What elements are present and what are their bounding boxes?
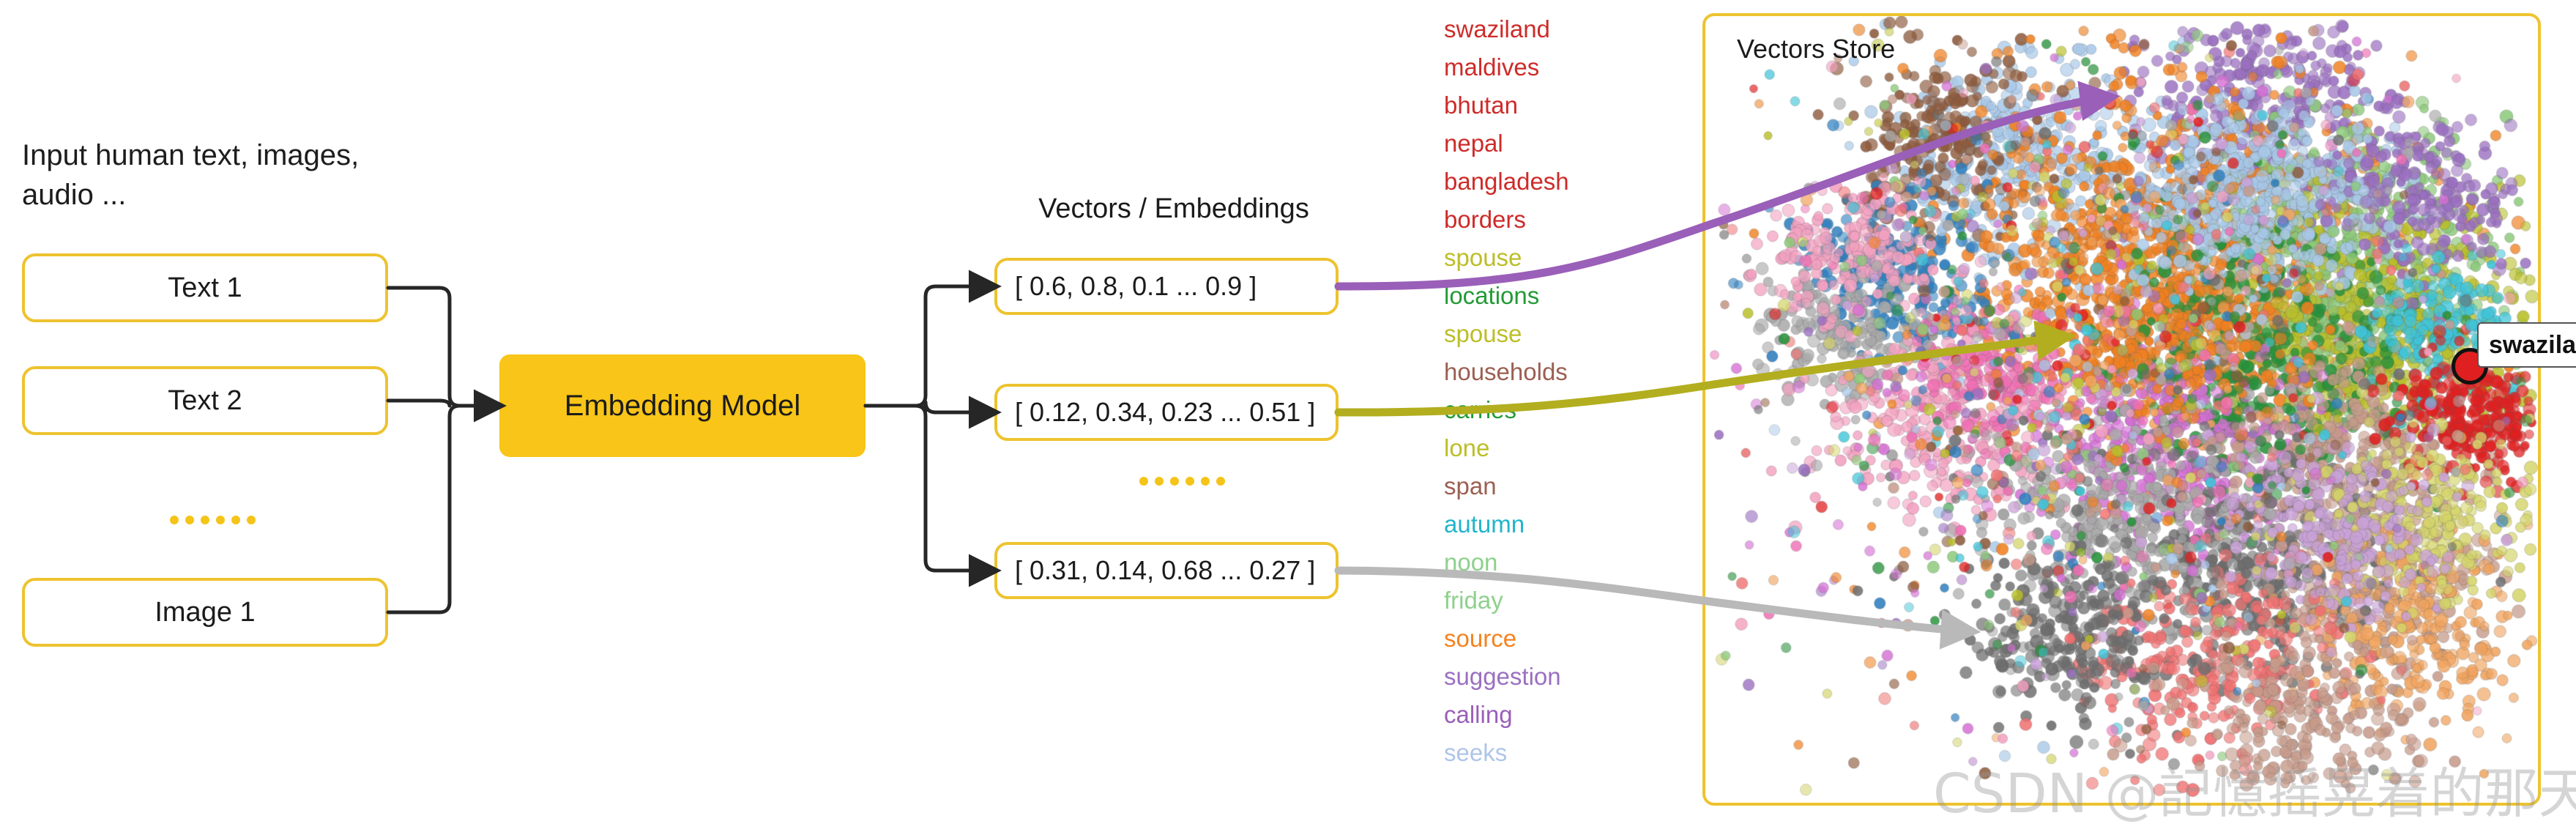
vector-box-1[interactable]: [ 0.6, 0.8, 0.1 ... 0.9 ] [994, 258, 1339, 315]
vector-box-3[interactable]: [ 0.31, 0.14, 0.68 ... 0.27 ] [994, 542, 1339, 599]
word-list-item: friday [1444, 587, 1503, 614]
embedding-scatter-plot [1705, 16, 2538, 803]
vector-value: [ 0.12, 0.34, 0.23 ... 0.51 ] [1015, 397, 1316, 427]
word-list-item: locations [1444, 282, 1540, 309]
word-list-item: span [1444, 472, 1497, 499]
vector-value: [ 0.6, 0.8, 0.1 ... 0.9 ] [1015, 271, 1257, 301]
embedding-model-label: Embedding Model [564, 389, 801, 422]
vectors-section-title: Vectors / Embeddings [1038, 193, 1309, 224]
input-item-label: Text 2 [168, 385, 242, 416]
word-list-item: maldives [1444, 53, 1540, 81]
word-list-item: households [1444, 358, 1568, 385]
word-list-item: spouse [1444, 320, 1522, 347]
word-list-item: bangladesh [1444, 168, 1569, 195]
word-list-item: seeks [1444, 739, 1508, 766]
input-item-image-1[interactable]: Image 1 [22, 578, 388, 647]
word-list-item: bhutan [1444, 92, 1518, 119]
vectors-ellipsis [1139, 477, 1225, 486]
word-list-item: lone [1444, 434, 1490, 461]
vector-value: [ 0.31, 0.14, 0.68 ... 0.27 ] [1015, 555, 1316, 585]
word-list-item: swaziland [1444, 15, 1550, 42]
embedding-model-block[interactable]: Embedding Model [499, 354, 866, 457]
point-tooltip-label: swaziland [2489, 330, 2576, 359]
vectors-store-title: Vectors Store [1737, 34, 1896, 64]
vector-box-2[interactable]: [ 0.12, 0.34, 0.23 ... 0.51 ] [994, 384, 1339, 441]
word-list-item: nepal [1444, 130, 1503, 157]
input-ellipsis [170, 516, 256, 524]
input-item-label: Image 1 [155, 596, 256, 628]
word-list-item: calling [1444, 701, 1513, 728]
word-list-item: spouse [1444, 244, 1522, 271]
word-list-item: autumn [1444, 510, 1525, 538]
word-list-item: suggestion [1444, 663, 1561, 690]
word-list-item: noon [1444, 549, 1498, 576]
point-tooltip: swaziland [2477, 322, 2576, 368]
word-list-item: source [1444, 625, 1517, 652]
word-list: swaziland maldives bhutan nepal bangladesh bo… [1444, 10, 1664, 772]
input-caption: Input human text, images, audio ... [22, 139, 360, 211]
word-list-item: borders [1444, 206, 1526, 233]
input-item-label: Text 1 [168, 272, 242, 303]
input-item-text-2[interactable]: Text 2 [22, 366, 388, 435]
input-item-text-1[interactable]: Text 1 [22, 253, 388, 322]
word-list-item: carries [1444, 396, 1517, 423]
